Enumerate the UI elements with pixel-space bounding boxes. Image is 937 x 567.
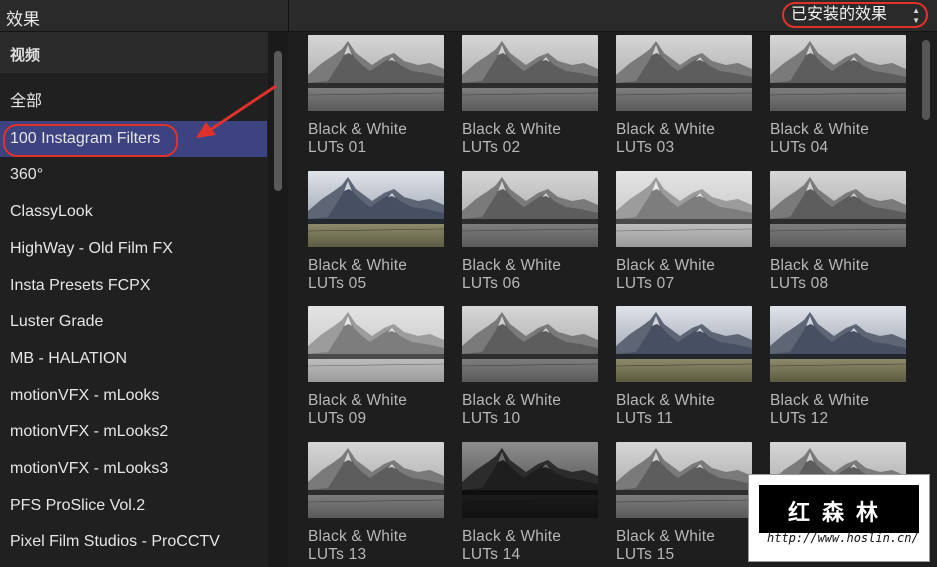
effects-filter-value: 已安装的效果 xyxy=(791,6,888,23)
effect-name-line1: Black & White xyxy=(616,121,716,138)
effect-name-line1: Black & White xyxy=(616,392,716,409)
effect-thumbnail xyxy=(770,35,906,111)
watermark-banner: 红森林 xyxy=(759,485,919,533)
effect-name-line2: LUTs 11 xyxy=(616,410,674,427)
sidebar-category-item[interactable]: MB - HALATION xyxy=(0,341,267,377)
effect-name-line1: Black & White xyxy=(462,121,562,138)
sidebar-section-title: 视频 xyxy=(10,47,41,64)
sidebar-section-header: 视频 xyxy=(0,32,268,73)
effect-thumbnail xyxy=(308,441,444,518)
sidebar-category-item[interactable]: PFS ProSlice Vol.2 xyxy=(0,488,267,524)
grid-scrollbar-thumb[interactable] xyxy=(922,40,930,120)
effect-thumbnail xyxy=(770,306,906,382)
effect-name-line1: Black & White xyxy=(308,121,408,138)
sidebar-category-item[interactable]: Pixel Film Studios - ProCCTV xyxy=(0,524,267,560)
sidebar-category-item[interactable]: 100 Instagram Filters xyxy=(0,120,267,157)
effect-name: Black & White LUTs 12 xyxy=(770,392,920,428)
chevron-down-icon: ▼ xyxy=(912,16,920,25)
chevron-updown-icon: ▲ ▼ xyxy=(912,6,920,26)
effect-name: Black & White LUTs 11 xyxy=(616,392,766,428)
effect-name-line2: LUTs 15 xyxy=(616,545,675,563)
sidebar-category-item[interactable]: motionVFX - mLooks xyxy=(0,378,267,414)
effect-thumbnail xyxy=(616,306,752,382)
sidebar-category-item[interactable]: 360° xyxy=(0,157,267,193)
sidebar-category-item[interactable]: motionVFX - mLooks2 xyxy=(0,414,267,450)
effect-thumbnail xyxy=(308,170,444,247)
effect-name-line2: LUTs 05 xyxy=(308,274,367,292)
effect-name-line1: Black & White xyxy=(462,392,562,409)
effect-name-line1: Black & White xyxy=(462,527,562,545)
effect-name-line1: Black & White xyxy=(616,256,716,274)
watermark-title: 红森林 xyxy=(787,500,890,525)
effect-name-line2: LUTs 13 xyxy=(308,545,367,563)
sidebar-category-item[interactable]: HighWay - Old Film FX xyxy=(0,231,267,267)
watermark-url: http://www.hoslin.cn/ xyxy=(767,531,919,545)
top-bar: 效果 已安装的效果 ▲ ▼ xyxy=(0,0,937,32)
effect-name: Black & White LUTs 07 xyxy=(616,257,766,293)
effect-name: Black & White LUTs 03 xyxy=(616,121,766,157)
effect-thumbnail xyxy=(616,35,752,111)
effect-name-line1: Black & White xyxy=(770,392,870,409)
effect-name-line2: LUTs 03 xyxy=(616,139,675,156)
effect-name-line2: LUTs 07 xyxy=(616,274,675,292)
sidebar-scrollbar-thumb[interactable] xyxy=(274,51,282,191)
effect-name-line2: LUTs 12 xyxy=(770,410,829,427)
sidebar-category-item[interactable]: ClassyLook xyxy=(0,194,267,230)
effect-name: Black & White LUTs 09 xyxy=(308,392,458,428)
effect-name: Black & White LUTs 10 xyxy=(462,392,612,428)
effect-name: Black & White LUTs 15 xyxy=(616,528,766,564)
sidebar-category-item[interactable]: motionVFX - mLooks3 xyxy=(0,451,267,487)
effect-name: Black & White LUTs 02 xyxy=(462,121,612,157)
sidebar-category-item[interactable]: Insta Presets FCPX xyxy=(0,268,267,304)
effect-name: Black & White LUTs 13 xyxy=(308,528,458,564)
divider xyxy=(288,0,289,31)
effect-thumbnail xyxy=(462,441,598,518)
effect-name: Black & White LUTs 06 xyxy=(462,257,612,293)
effect-name: Black & White LUTs 05 xyxy=(308,257,458,293)
watermark-logo: 红森林 http://www.hoslin.cn/ xyxy=(748,474,930,562)
effect-thumbnail xyxy=(462,306,598,382)
effect-name-line1: Black & White xyxy=(616,527,716,545)
sidebar-category-item[interactable]: Luster Grade xyxy=(0,304,267,340)
effect-name: Black & White LUTs 01 xyxy=(308,121,458,157)
effect-name-line1: Black & White xyxy=(770,256,870,274)
effect-name-line1: Black & White xyxy=(770,121,870,138)
effect-name: Black & White LUTs 14 xyxy=(462,528,612,564)
effect-name-line1: Black & White xyxy=(462,256,562,274)
effect-thumbnail xyxy=(616,441,752,518)
effect-name-line2: LUTs 04 xyxy=(770,139,829,156)
effect-name-line2: LUTs 01 xyxy=(308,139,367,156)
chevron-up-icon: ▲ xyxy=(912,6,920,15)
effect-name-line1: Black & White xyxy=(308,527,408,545)
effect-name-line1: Black & White xyxy=(308,392,408,409)
effect-thumbnail xyxy=(770,170,906,247)
sidebar-category-item[interactable]: 全部 xyxy=(0,84,267,120)
category-sidebar: 视频 全部 100 Instagram Filters 360° ClassyLook… xyxy=(0,32,288,567)
panel-title: 效果 xyxy=(6,10,40,29)
effect-name-line2: LUTs 14 xyxy=(462,545,521,563)
effect-name-line1: Black & White xyxy=(308,256,408,274)
effects-filter-select[interactable]: 已安装的效果 ▲ ▼ xyxy=(782,2,928,28)
effect-name-line2: LUTs 06 xyxy=(462,274,521,292)
effect-name: Black & White LUTs 08 xyxy=(770,257,920,293)
effect-thumbnail xyxy=(462,35,598,111)
effect-name-line2: LUTs 09 xyxy=(308,410,367,427)
effect-thumbnail xyxy=(308,306,444,382)
effect-name-line2: LUTs 02 xyxy=(462,139,521,156)
effect-thumbnail xyxy=(308,35,444,111)
effect-thumbnail xyxy=(462,170,598,247)
effect-name-line2: LUTs 08 xyxy=(770,274,829,292)
effect-name: Black & White LUTs 04 xyxy=(770,121,920,157)
effect-name-line2: LUTs 10 xyxy=(462,410,521,427)
effect-thumbnail xyxy=(616,170,752,247)
